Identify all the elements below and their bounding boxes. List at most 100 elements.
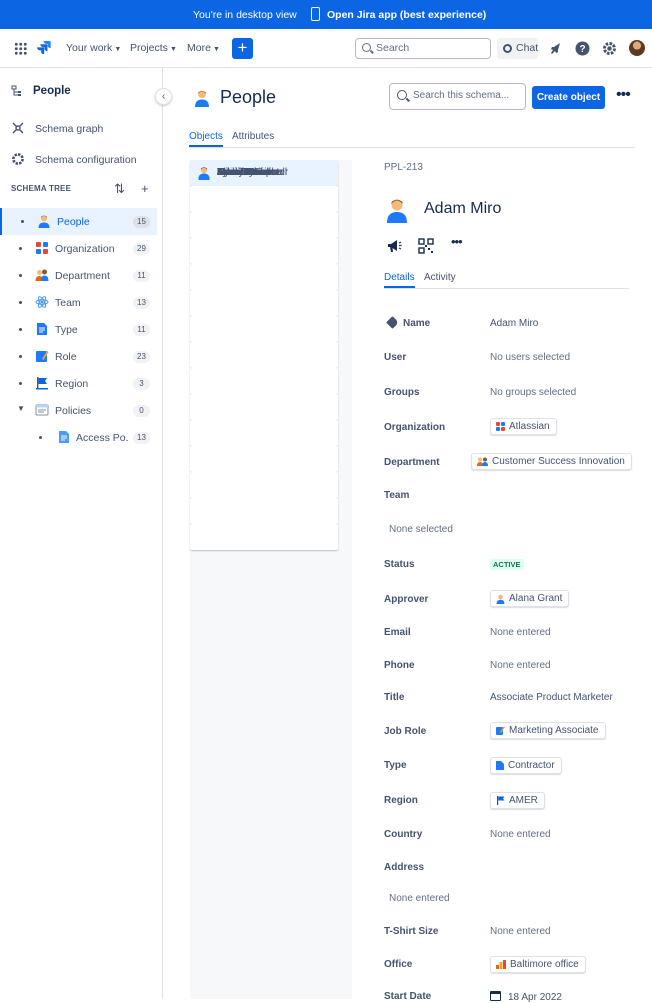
- attr-type-value[interactable]: Contractor: [490, 757, 562, 774]
- tree-item-access-policies[interactable]: Access Po... 13: [0, 424, 157, 451]
- notifications-icon[interactable]: [547, 40, 563, 56]
- qr-code-icon[interactable]: [418, 238, 434, 254]
- object-list-item[interactable]: Jennifer Evans: [190, 167, 338, 368]
- object-list-item[interactable]: Emma Paris: [190, 167, 338, 316]
- object-list-item[interactable]: Jack Daniel: [190, 167, 338, 342]
- attr-approver-value[interactable]: Alana Grant: [490, 590, 570, 607]
- attr-region-value[interactable]: AMER: [490, 792, 545, 809]
- app-switcher-icon[interactable]: [14, 42, 27, 55]
- tree-item-role[interactable]: Role 23: [0, 343, 157, 370]
- tree-item-people[interactable]: People 15: [0, 208, 157, 235]
- department-chip-label: Customer Success Innovation: [492, 456, 625, 467]
- attr-organization-value[interactable]: Atlassian: [490, 418, 557, 435]
- object-list-item[interactable]: Alana Grant: [190, 167, 338, 238]
- attr-region-label: Region: [384, 795, 418, 806]
- chat-label: Chat: [516, 42, 539, 54]
- tree-item-count: 23: [133, 351, 150, 363]
- top-navigation: Your work ▼ Projects ▼ More ▼ + Search Chat…: [0, 29, 652, 68]
- attr-country-value[interactable]: None entered: [490, 829, 551, 840]
- tab-attributes[interactable]: Attributes: [232, 131, 274, 142]
- object-list-item[interactable]: Tyrion Lannister: [190, 167, 338, 550]
- tree-item-organization[interactable]: Organization 29: [0, 235, 157, 262]
- object-name: Adam Miro: [424, 200, 502, 217]
- chevron-left-icon: ‹: [161, 91, 166, 102]
- object-list-item[interactable]: Mitch Davis: [190, 167, 338, 498]
- object-list-item[interactable]: Duncan Idaho: [190, 167, 338, 290]
- attr-status-value[interactable]: ACTIVE: [490, 559, 524, 570]
- organization-icon: [36, 242, 48, 254]
- collapse-sidebar-button[interactable]: ‹: [155, 88, 172, 105]
- approver-chip-label: Alana Grant: [509, 593, 563, 604]
- attr-email-value[interactable]: None entered: [490, 627, 551, 638]
- object-list-item[interactable]: Cassi Owens: [190, 167, 338, 264]
- sidebar-item-schema-graph[interactable]: Schema graph: [35, 123, 103, 135]
- chat-button[interactable]: Chat: [497, 38, 538, 59]
- attr-office-value[interactable]: Baltimore office: [490, 956, 586, 973]
- sidebar-item-schema-configuration[interactable]: Schema configuration: [35, 154, 137, 166]
- attr-department-value[interactable]: Customer Success Innovation: [471, 453, 632, 470]
- profile-avatar[interactable]: [629, 40, 645, 56]
- your-work-menu[interactable]: Your work ▼: [66, 42, 121, 54]
- create-button[interactable]: +: [232, 38, 253, 59]
- collapse-tree-icon[interactable]: ⇅: [114, 181, 125, 197]
- tree-item-type[interactable]: Type 11: [0, 316, 157, 343]
- status-badge: ACTIVE: [490, 559, 524, 570]
- tree-item-label: People: [57, 216, 90, 228]
- department-icon: [477, 457, 488, 466]
- add-object-type-icon[interactable]: +: [141, 181, 149, 196]
- tree-bullet: [19, 382, 22, 385]
- object-list-item[interactable]: Admin Istrator: [190, 167, 338, 212]
- attr-groups-value[interactable]: No groups selected: [490, 387, 576, 398]
- plus-icon: +: [237, 38, 248, 57]
- settings-gear-icon[interactable]: [601, 40, 617, 56]
- global-search-input[interactable]: Search: [355, 38, 491, 59]
- jira-logo-icon[interactable]: [37, 40, 51, 54]
- object-list-item[interactable]: Ryan Lee: [190, 167, 338, 524]
- object-list-panel: Adam Miro Admin Istrator Alana Grant Cassi …: [190, 160, 352, 999]
- tree-item-region[interactable]: Region 3: [0, 370, 157, 397]
- organization-chip-label: Atlassian: [509, 421, 550, 432]
- department-icon: [35, 269, 49, 281]
- organization-icon: [496, 422, 505, 431]
- object-list-item[interactable]: Max Taylor: [190, 167, 338, 472]
- tab-activity[interactable]: Activity: [424, 272, 456, 283]
- person-icon: [38, 215, 50, 228]
- role-icon: [496, 726, 505, 735]
- attr-job-role-value[interactable]: Marketing Associate: [490, 722, 606, 739]
- attr-start-date-value[interactable]: 18 Apr 2022: [490, 991, 562, 1003]
- object-detail: PPL-213 Adam Miro ••• Details Activity N…: [383, 68, 652, 1003]
- schema-graph-icon: [12, 122, 24, 134]
- attr-tshirt-value[interactable]: None entered: [490, 926, 551, 937]
- projects-menu[interactable]: Projects ▼: [130, 42, 177, 54]
- more-menu[interactable]: More ▼: [187, 42, 220, 54]
- attr-groups-label: Groups: [384, 387, 420, 398]
- tree-item-count: 13: [133, 297, 150, 309]
- chevron-down-icon[interactable]: ▼: [17, 404, 25, 413]
- attr-phone-value[interactable]: None entered: [490, 660, 551, 671]
- chevron-down-icon: ▼: [212, 46, 220, 53]
- tree-item-count: 0: [133, 405, 150, 417]
- attr-user-value[interactable]: No users selected: [490, 352, 570, 363]
- tab-objects[interactable]: Objects: [189, 131, 223, 147]
- tree-item-policies[interactable]: ▼ Policies 0: [0, 397, 157, 424]
- tree-bullet: [21, 220, 24, 223]
- flag-icon: [36, 377, 48, 390]
- tree-item-department[interactable]: Department 11: [0, 262, 157, 289]
- object-list-item[interactable]: Kevin Campbell: [190, 167, 338, 446]
- help-icon[interactable]: ?: [574, 40, 590, 56]
- attr-address-value[interactable]: None entered: [389, 893, 450, 904]
- object-list-item[interactable]: John Doe: [190, 167, 338, 394]
- open-jira-app-link[interactable]: Open Jira app (best experience): [327, 9, 486, 21]
- tree-item-team[interactable]: Team 13: [0, 289, 157, 316]
- announce-icon[interactable]: [386, 238, 402, 254]
- attr-team-value[interactable]: None selected: [389, 524, 453, 535]
- more-icon[interactable]: •••: [451, 234, 467, 250]
- page-title: People: [220, 87, 277, 107]
- chevron-down-icon: ▼: [114, 46, 122, 53]
- object-list-item[interactable]: Johny A: [190, 167, 338, 420]
- attr-title-value[interactable]: Associate Product Marketer: [490, 692, 613, 703]
- attr-job-role-label: Job Role: [384, 726, 427, 737]
- tab-details[interactable]: Details: [384, 272, 415, 288]
- person-icon: [195, 90, 209, 107]
- desktop-view-banner: You're in desktop view Open Jira app (be…: [0, 0, 652, 29]
